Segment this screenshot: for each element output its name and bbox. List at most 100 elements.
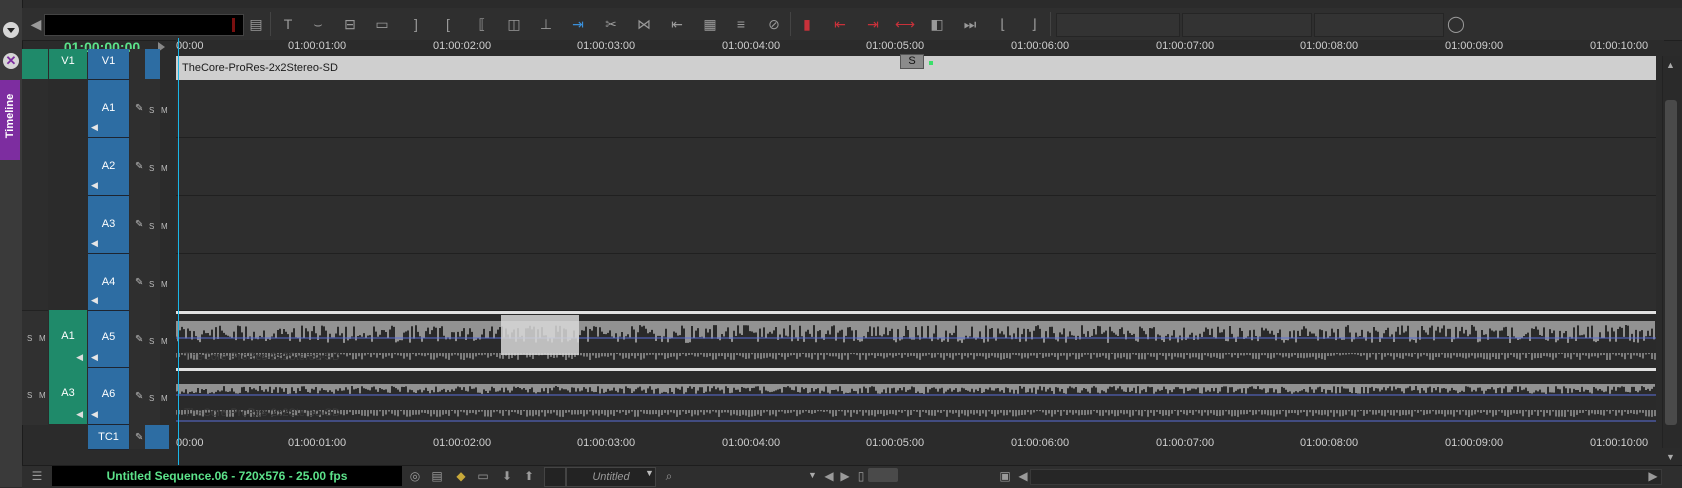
go-to-next-edit-icon[interactable]: ⏭	[960, 14, 980, 34]
segment-mode-icon[interactable]: ⇤	[667, 14, 687, 34]
solo-button-a5[interactable]: S	[149, 337, 154, 346]
extend-in-icon[interactable]: ⌊	[993, 14, 1013, 34]
trim-both-icon[interactable]: ⟷	[895, 14, 915, 34]
solo-button-a1[interactable]: S	[149, 106, 154, 115]
match-frame-icon[interactable]: ⇥	[568, 14, 588, 34]
mute-button-a5[interactable]: M	[161, 337, 168, 346]
record-track-a2[interactable]: A2 ◀	[88, 138, 129, 196]
source-mute-button-a1[interactable]: M	[39, 334, 46, 343]
toolbar-empty-slot[interactable]	[1314, 13, 1444, 37]
bin-selector[interactable]: Untitled	[566, 467, 656, 487]
color-icon[interactable]: ◆	[452, 467, 470, 485]
source-track-v1[interactable]: V1	[49, 49, 87, 79]
disable-icon[interactable]: ⊘	[764, 14, 784, 34]
bin-color-box[interactable]	[544, 467, 566, 487]
playhead[interactable]	[178, 38, 179, 466]
trim-right-icon[interactable]: ⇥	[863, 14, 883, 34]
track-lane-a2[interactable]	[176, 138, 1656, 196]
focus-icon[interactable]: ◎	[406, 467, 424, 485]
vertical-scrollbar-thumb[interactable]	[1665, 100, 1677, 425]
record-track-a3[interactable]: A3 ◀	[88, 196, 129, 254]
dropdown-arrow-icon[interactable]: ▼	[645, 468, 654, 478]
solo-button-a3[interactable]: S	[149, 222, 154, 231]
pen-icon[interactable]: ✎	[135, 103, 143, 114]
slip-icon[interactable]: ◧	[927, 14, 947, 34]
solo-button-a4[interactable]: S	[149, 280, 154, 289]
clear-marks-icon[interactable]: ◫	[504, 14, 524, 34]
down-arrow-icon[interactable]: ⬇	[498, 467, 516, 485]
lift-icon[interactable]: T	[278, 14, 298, 34]
panel-menu-button[interactable]	[3, 22, 19, 38]
tc1-monitor-button[interactable]	[145, 425, 169, 449]
track-view-icon[interactable]: ▤	[428, 467, 446, 485]
record-icon[interactable]: ▮	[797, 14, 817, 34]
v1-monitor-button[interactable]	[145, 49, 160, 79]
pen-icon[interactable]: ✎	[135, 334, 143, 345]
source-solo-button-a1[interactable]: S	[27, 334, 32, 343]
mute-button-a6[interactable]: M	[161, 394, 168, 403]
search-icon[interactable]: ⌕	[660, 467, 678, 485]
record-track-tc1[interactable]: TC1	[88, 425, 129, 450]
record-track-a4[interactable]: A4 ◀	[88, 254, 129, 311]
record-track-v1[interactable]: V1	[88, 49, 129, 80]
toolbar-empty-slot[interactable]	[1056, 13, 1180, 37]
source-track-a3[interactable]: A3 ◀	[49, 367, 87, 424]
trim-left-icon[interactable]: ⇤	[830, 14, 850, 34]
ruler-tick-label: 01:00:03:00	[577, 437, 636, 449]
scroll-up-arrow-icon[interactable]: ▲	[1666, 60, 1675, 70]
quick-transition-icon[interactable]: ≡	[731, 14, 751, 34]
toolbar-timecode-display[interactable]	[44, 14, 244, 36]
track-lane-a4[interactable]	[176, 254, 1656, 311]
pen-icon[interactable]: ✎	[135, 391, 143, 402]
solo-button-a2[interactable]: S	[149, 164, 154, 173]
audio-clip-a6[interactable]	[176, 368, 1656, 424]
hamburger-menu-icon[interactable]: ☰	[28, 467, 46, 485]
clip-marker[interactable]: S	[900, 54, 924, 69]
toolbar-back-arrow-icon[interactable]: ◀	[26, 14, 46, 34]
source-solo-button-a3[interactable]: S	[27, 391, 32, 400]
solo-button-a6[interactable]: S	[149, 394, 154, 403]
audio-clip-a5[interactable]	[176, 311, 1656, 367]
record-track-a1[interactable]: A1 ◀	[88, 80, 129, 138]
up-arrow-icon[interactable]: ⬆	[520, 467, 538, 485]
source-track-a1[interactable]: A1 ◀	[49, 310, 87, 367]
mute-button-a4[interactable]: M	[161, 280, 168, 289]
mark-clip-icon[interactable]: ⟦	[472, 14, 492, 34]
pen-icon[interactable]: ✎	[135, 277, 143, 288]
splice-icon[interactable]: ⊟	[340, 14, 360, 34]
monitor-icon[interactable]: ▭	[474, 467, 492, 485]
toolbar-status-circle-icon[interactable]: ◯	[1446, 14, 1466, 34]
timecode-ruler-bottom[interactable]: 00:00 01:00:01:00 01:00:02:00 01:00:03:0…	[176, 437, 1664, 455]
mute-button-a2[interactable]: M	[161, 164, 168, 173]
zoom-slider-thumb[interactable]	[868, 468, 898, 482]
scroll-down-arrow-icon[interactable]: ▼	[1666, 452, 1675, 462]
scroll-right-arrow-icon[interactable]: ▶	[1644, 467, 1662, 485]
trim-mode-icon[interactable]: ⋈	[634, 14, 654, 34]
toolbar-menu-icon[interactable]: ▤	[246, 14, 266, 34]
mark-out-icon[interactable]: ]	[406, 14, 426, 34]
track-lane-a1[interactable]	[176, 80, 1656, 138]
top-icon[interactable]: ⊥	[536, 14, 556, 34]
pen-icon[interactable]: ✎	[135, 432, 143, 443]
add-edit-icon[interactable]: ✂	[601, 14, 621, 34]
render-icon[interactable]: ▦	[700, 14, 720, 34]
extract-icon[interactable]: ⌣	[308, 14, 328, 34]
dropdown-arrow-icon[interactable]: ▼	[808, 470, 817, 480]
source-track-v1-selector[interactable]	[22, 49, 48, 79]
extend-out-icon[interactable]: ⌋	[1024, 14, 1044, 34]
pen-icon[interactable]: ✎	[135, 219, 143, 230]
pen-icon[interactable]: ✎	[135, 161, 143, 172]
fit-icon[interactable]: ▣	[996, 467, 1014, 485]
overwrite-icon[interactable]: ▭	[372, 14, 392, 34]
mark-in-icon[interactable]: [	[438, 14, 458, 34]
horizontal-scrollbar[interactable]	[1030, 469, 1662, 485]
mute-button-a1[interactable]: M	[161, 106, 168, 115]
source-mute-button-a3[interactable]: M	[39, 391, 46, 400]
mute-button-a3[interactable]: M	[161, 222, 168, 231]
record-track-a5[interactable]: A5 ◀	[88, 311, 129, 368]
timeline-tab[interactable]: Timeline	[0, 80, 20, 160]
record-track-a6[interactable]: A6 ◀	[88, 368, 129, 425]
close-panel-button[interactable]: ✕	[3, 53, 19, 69]
track-lane-a3[interactable]	[176, 196, 1656, 254]
toolbar-empty-slot[interactable]	[1182, 13, 1312, 37]
